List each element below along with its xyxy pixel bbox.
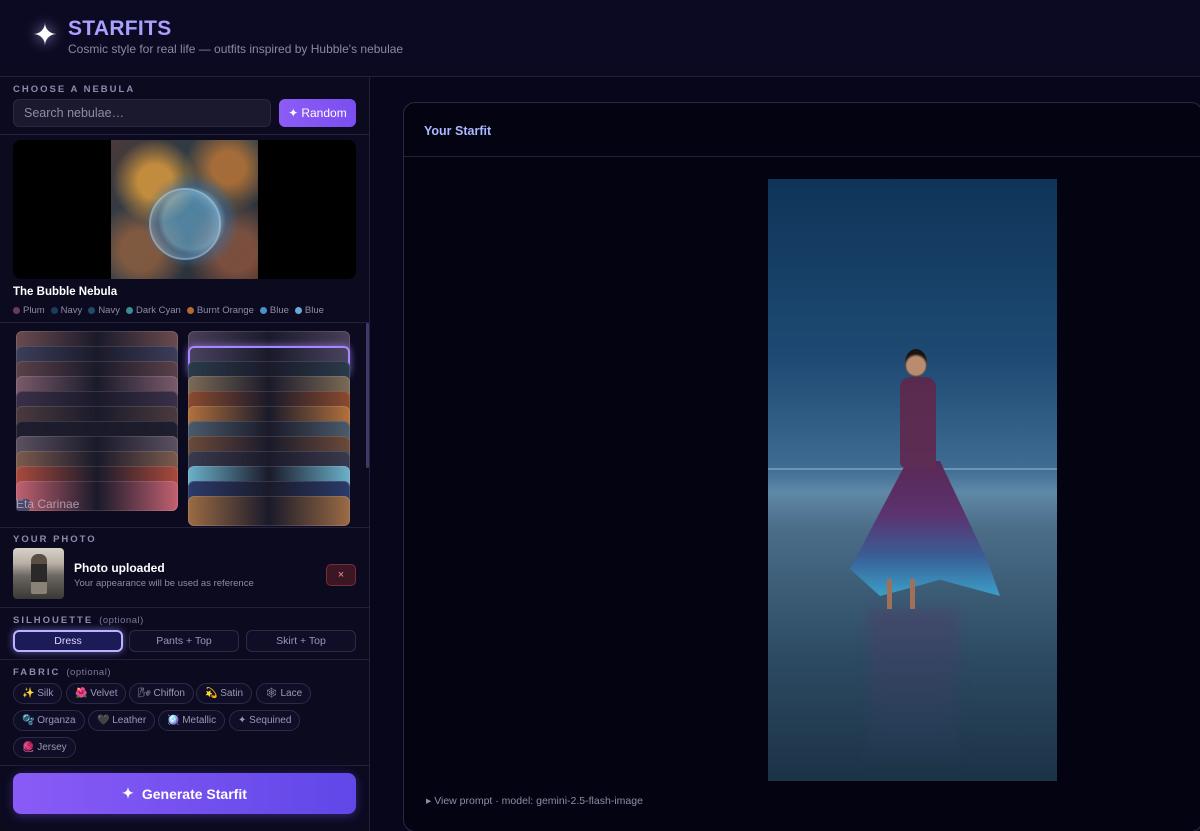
fabric-chip-jersey[interactable]: 🧶 Jersey (13, 737, 76, 758)
gallery-scrollbar[interactable] (366, 323, 369, 468)
palette-swatch: Burnt Orange (186, 305, 254, 316)
fabric-label-text: FABRIC (13, 667, 61, 678)
palette-swatch: Blue (259, 305, 289, 316)
your-photo-label: YOUR PHOTO (13, 534, 97, 545)
color-dot-icon (186, 307, 194, 314)
view-prompt-toggle[interactable]: ▸ View prompt · model: gemini-2.5-flash-… (426, 795, 643, 807)
generated-outfit-image (768, 179, 1057, 781)
palette-color-name: Blue (304, 305, 324, 316)
sidebar: CHOOSE A NEBULA ✦ Random The Bubble Nebu… (0, 77, 370, 831)
divider (0, 527, 369, 528)
palette-color-name: Burnt Orange (196, 305, 254, 316)
photo-status-title: Photo uploaded (74, 561, 165, 575)
sparkle-logo-icon: ✦ (32, 19, 58, 52)
generate-button-label: Generate Starfit (141, 785, 247, 802)
fabric-chip-chiffon[interactable]: 🌬 Chiffon (129, 683, 194, 704)
color-dot-icon (88, 307, 96, 314)
app-header: ✦ STARFITS Cosmic style for real life — … (0, 0, 1200, 77)
divider (0, 607, 369, 608)
palette-color-name: Plum (23, 305, 45, 316)
fabric-chip-metallic[interactable]: 🪩 Metallic (158, 710, 226, 731)
silhouette-dress-button[interactable]: Dress (13, 630, 123, 652)
silhouette-label: SILHOUETTE (optional) (13, 615, 144, 626)
selected-nebula-name: The Bubble Nebula (13, 286, 118, 298)
color-dot-icon (13, 307, 20, 314)
photo-status-subtitle: Your appearance will be used as referenc… (74, 578, 254, 589)
fabric-chip-lace[interactable]: 🕸 Lace (256, 683, 312, 704)
color-palette: Plum Navy Navy Dark Cyan Burnt Orange Blue Blu… (13, 305, 324, 316)
palette-swatch: Blue (294, 305, 324, 316)
nebula-preview (13, 140, 356, 279)
random-button-label: Random (301, 106, 347, 120)
random-button[interactable]: ✦ Random (279, 99, 356, 127)
fabric-chip-leather[interactable]: 🖤 Leather (88, 710, 156, 731)
fabric-label: FABRIC (optional) (13, 667, 111, 678)
fabric-chip-organza[interactable]: 🫧 Organza (13, 710, 85, 731)
optional-hint: (optional) (66, 667, 111, 678)
dress-bodice (900, 377, 936, 467)
gallery-caption: Eta Carinae (16, 497, 80, 511)
silhouette-skirt-top-button[interactable]: Skirt + Top (246, 630, 356, 652)
nebula-gallery[interactable]: Eta Carinae (0, 323, 369, 527)
bubble-shape (149, 188, 221, 260)
palette-color-name: Blue (269, 305, 289, 316)
palette-swatch: Navy (88, 305, 120, 316)
divider (0, 765, 369, 766)
sparkle-icon: ✦ (288, 106, 299, 120)
app-tagline: Cosmic style for real life — outfits ins… (68, 42, 404, 56)
nebula-thumbnail[interactable] (188, 496, 350, 526)
person-silhouette (31, 554, 47, 594)
choose-nebula-label: CHOOSE A NEBULA (13, 84, 136, 95)
palette-swatch: Navy (50, 305, 83, 316)
color-dot-icon (259, 307, 267, 314)
uploaded-photo-thumbnail[interactable] (13, 548, 64, 599)
fabric-chip-satin[interactable]: 💫 Satin (196, 683, 253, 704)
palette-swatch: Dark Cyan (125, 305, 181, 316)
app-title: STARFITS (68, 17, 172, 40)
divider (0, 134, 369, 135)
dress-skirt (850, 461, 1000, 596)
color-dot-icon (125, 307, 133, 314)
result-panel: Your Starfit ▸ View prompt · model: gemi… (403, 102, 1200, 831)
model-head (905, 349, 927, 377)
fabric-chip-silk[interactable]: ✨ Silk (13, 683, 63, 704)
generate-starfit-button[interactable]: ✦ Generate Starfit (13, 773, 356, 814)
silhouette-pants-top-button[interactable]: Pants + Top (129, 630, 239, 652)
nebula-preview-image (111, 140, 258, 279)
panel-title: Your Starfit (424, 124, 492, 138)
remove-photo-button[interactable]: × (326, 564, 356, 586)
silhouette-label-text: SILHOUETTE (13, 615, 94, 626)
palette-swatch: Plum (13, 305, 45, 316)
color-dot-icon (294, 307, 302, 314)
divider (404, 156, 1200, 157)
palette-color-name: Navy (98, 305, 120, 316)
palette-color-name: Dark Cyan (135, 305, 181, 316)
palette-color-name: Navy (60, 305, 83, 316)
optional-hint: (optional) (99, 615, 144, 626)
search-input[interactable] (13, 99, 271, 127)
color-dot-icon (50, 307, 58, 314)
model-legs (878, 579, 924, 609)
divider (0, 659, 369, 660)
fabric-chip-sequined[interactable]: ✦ Sequined (229, 710, 301, 731)
water-reflection (868, 609, 958, 759)
sparkle-icon: ✦ (122, 785, 134, 801)
fabric-chip-velvet[interactable]: 🌺 Velvet (66, 683, 127, 704)
